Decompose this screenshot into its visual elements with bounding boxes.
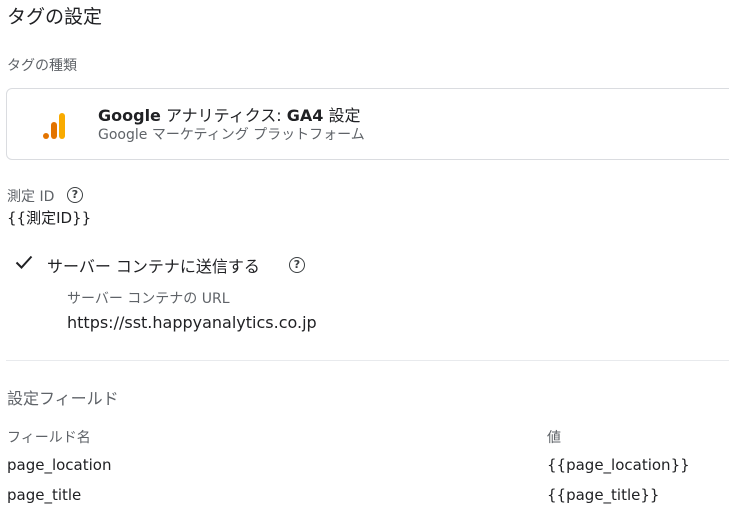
column-header-field-name: フィールド名	[7, 430, 91, 446]
tag-type-name-suffix: アナリティクス:	[160, 106, 287, 125]
server-container-checkbox-label[interactable]: サーバー コンテナに送信する	[47, 253, 260, 277]
help-icon[interactable]: ?	[289, 257, 305, 273]
tag-type-name-prefix: Google	[98, 106, 161, 125]
checkmark-icon[interactable]	[14, 252, 34, 272]
google-analytics-icon	[43, 113, 65, 139]
page-title: タグの設定	[7, 6, 103, 28]
measurement-id-value: {{測定ID}}	[7, 209, 92, 227]
field-row-value: {{page_location}}	[547, 456, 690, 474]
field-row-value: {{page_title}}	[547, 486, 660, 504]
measurement-id-label: 測定 ID	[7, 189, 55, 205]
server-container-url-value: https://sst.happyanalytics.co.jp	[67, 313, 317, 332]
tag-type-name-tail: 設定	[323, 106, 361, 125]
server-container-url-label: サーバー コンテナの URL	[67, 291, 230, 307]
help-icon[interactable]: ?	[67, 187, 83, 203]
fields-section-title: 設定フィールド	[7, 389, 119, 408]
tag-type-label: タグの種類	[7, 58, 77, 74]
tag-type-vendor: Google マーケティング プラットフォーム	[98, 127, 365, 143]
divider	[6, 360, 729, 361]
column-header-value: 値	[547, 430, 561, 446]
tag-type-name-bold: GA4	[286, 106, 324, 125]
field-row-name: page_location	[7, 456, 112, 474]
tag-type-card[interactable]: Google アナリティクス: GA4 設定 Google マーケティング プラ…	[6, 88, 729, 160]
field-row-name: page_title	[7, 486, 82, 504]
tag-type-name: Google アナリティクス: GA4 設定	[98, 102, 360, 126]
